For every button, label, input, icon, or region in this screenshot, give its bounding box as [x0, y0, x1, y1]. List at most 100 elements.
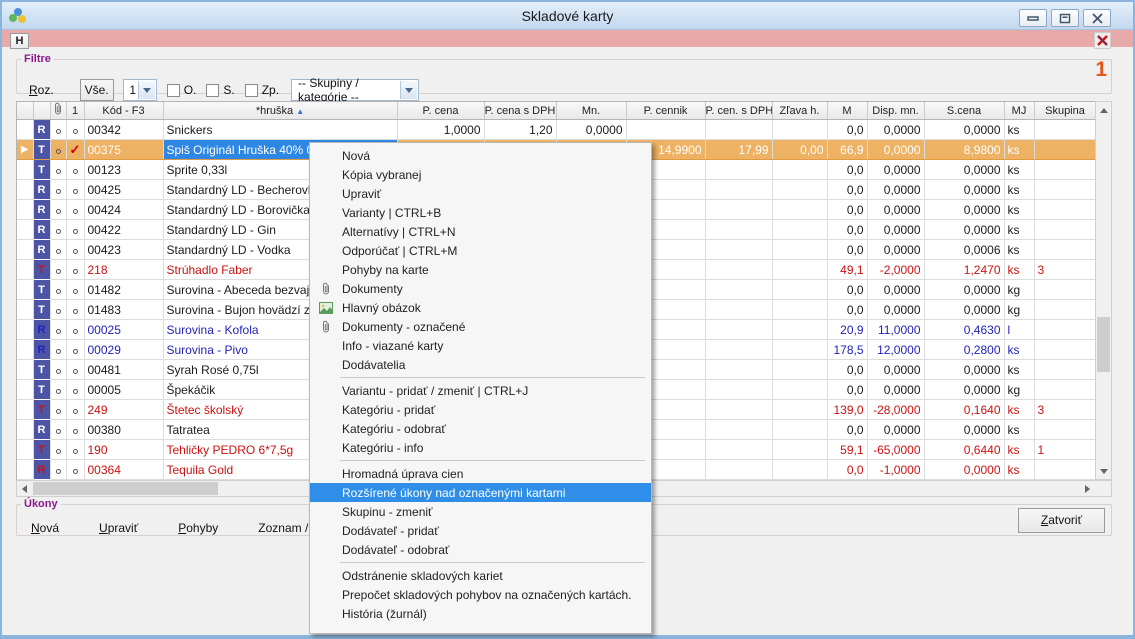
menu-item[interactable]: Skupinu - zmeniť	[310, 502, 651, 521]
cell-skupina[interactable]: 1	[1034, 440, 1096, 460]
menu-item[interactable]: Kópia vybranej	[310, 165, 651, 184]
cell-zlava[interactable]	[772, 220, 827, 240]
menu-item[interactable]: Info - viazané karty	[310, 336, 651, 355]
column-header-name[interactable]: *hruška ▲	[163, 102, 397, 120]
cell-zlava[interactable]	[772, 420, 827, 440]
cell-skupina[interactable]	[1034, 240, 1096, 260]
cell-code[interactable]: 00029	[84, 340, 163, 360]
cell-p_cen_dph[interactable]	[705, 180, 772, 200]
cell-p_cen_dph[interactable]	[705, 420, 772, 440]
cell-disp[interactable]: 0,0000	[867, 300, 924, 320]
cell-s_cena[interactable]: 0,0000	[924, 360, 1004, 380]
column-header-p_cen_dph[interactable]: P. cen. s DPH	[705, 102, 772, 120]
row-mark-cell[interactable]	[66, 380, 84, 400]
cell-p_cennik[interactable]	[626, 120, 705, 140]
cell-s_cena[interactable]: 0,0000	[924, 200, 1004, 220]
cell-code[interactable]: 00025	[84, 320, 163, 340]
menu-item[interactable]: Upraviť	[310, 184, 651, 203]
cell-mj[interactable]: ks	[1004, 260, 1034, 280]
cell-code[interactable]: 00423	[84, 240, 163, 260]
cell-p_cen_dph[interactable]	[705, 440, 772, 460]
cell-m[interactable]: 0,0	[827, 380, 867, 400]
cell-s_cena[interactable]: 0,1640	[924, 400, 1004, 420]
menu-item[interactable]: Pohyby na karte	[310, 260, 651, 279]
chevron-down-icon[interactable]	[400, 81, 417, 99]
cell-skupina[interactable]	[1034, 340, 1096, 360]
cell-mj[interactable]: ks	[1004, 140, 1034, 160]
cell-mj[interactable]: kg	[1004, 300, 1034, 320]
cell-mj[interactable]: ks	[1004, 440, 1034, 460]
cell-zlava[interactable]	[772, 280, 827, 300]
cell-disp[interactable]: -65,0000	[867, 440, 924, 460]
row-mark-cell[interactable]	[66, 280, 84, 300]
cell-disp[interactable]: 11,0000	[867, 320, 924, 340]
cell-s_cena[interactable]: 0,2800	[924, 340, 1004, 360]
cell-disp[interactable]: 0,0000	[867, 280, 924, 300]
cell-code[interactable]: 00375	[84, 140, 163, 160]
vertical-scrollbar[interactable]	[1095, 101, 1112, 480]
cell-disp[interactable]: -28,0000	[867, 400, 924, 420]
column-header-mn[interactable]: Mn.	[556, 102, 626, 120]
cell-zlava[interactable]	[772, 380, 827, 400]
cell-mj[interactable]: kg	[1004, 380, 1034, 400]
menu-item[interactable]: Dokumenty	[310, 279, 651, 298]
menu-item[interactable]: Variantu - pridať / zmeniť | CTRL+J	[310, 381, 651, 400]
checkbox-o-box[interactable]	[167, 84, 180, 97]
scroll-left-icon[interactable]	[17, 481, 32, 496]
cell-zlava[interactable]	[772, 200, 827, 220]
cell-p_cen_dph[interactable]	[705, 220, 772, 240]
cell-mj[interactable]: ks	[1004, 460, 1034, 480]
cell-m[interactable]: 59,1	[827, 440, 867, 460]
restore-button[interactable]	[1051, 9, 1079, 27]
cell-skupina[interactable]	[1034, 460, 1096, 480]
checkbox-s-box[interactable]	[206, 84, 219, 97]
cell-mj[interactable]: ks	[1004, 360, 1034, 380]
vse-button[interactable]: Vše.	[80, 79, 114, 101]
cell-disp[interactable]: 0,0000	[867, 160, 924, 180]
cell-m[interactable]: 0,0	[827, 120, 867, 140]
cell-m[interactable]: 0,0	[827, 200, 867, 220]
cell-zlava[interactable]	[772, 180, 827, 200]
column-header-mj[interactable]: MJ	[1004, 102, 1034, 120]
cell-mj[interactable]: ks	[1004, 200, 1034, 220]
cell-mj[interactable]: ks	[1004, 240, 1034, 260]
cell-zlava[interactable]	[772, 160, 827, 180]
cell-skupina[interactable]: 3	[1034, 400, 1096, 420]
scroll-down-icon[interactable]	[1096, 463, 1111, 479]
cell-skupina[interactable]	[1034, 140, 1096, 160]
cell-mj[interactable]: ks	[1004, 340, 1034, 360]
cell-m[interactable]: 0,0	[827, 280, 867, 300]
cell-skupina[interactable]	[1034, 380, 1096, 400]
cell-s_cena[interactable]: 1,2470	[924, 260, 1004, 280]
row-mark-cell[interactable]	[66, 440, 84, 460]
cell-disp[interactable]: 0,0000	[867, 380, 924, 400]
cell-skupina[interactable]	[1034, 200, 1096, 220]
column-header-p_cennik[interactable]: P. cennik	[626, 102, 705, 120]
cell-p_cen_dph[interactable]	[705, 460, 772, 480]
cell-mj[interactable]: ks	[1004, 400, 1034, 420]
row-mark-cell[interactable]	[66, 420, 84, 440]
cell-disp[interactable]: 0,0000	[867, 220, 924, 240]
cell-p_cen_dph[interactable]	[705, 380, 772, 400]
row-mark-cell[interactable]	[66, 160, 84, 180]
cell-code[interactable]: 00364	[84, 460, 163, 480]
cell-zlava[interactable]	[772, 240, 827, 260]
menu-item[interactable]: Alternatívy | CTRL+N	[310, 222, 651, 241]
row-mark-cell[interactable]	[66, 120, 84, 140]
cell-code[interactable]: 00481	[84, 360, 163, 380]
cell-zlava[interactable]	[772, 440, 827, 460]
menu-item[interactable]: Odporúčať | CTRL+M	[310, 241, 651, 260]
menu-item[interactable]: Varianty | CTRL+B	[310, 203, 651, 222]
row-mark-cell[interactable]	[66, 260, 84, 280]
cell-p_cen_dph[interactable]	[705, 400, 772, 420]
cell-skupina[interactable]	[1034, 360, 1096, 380]
cell-code[interactable]: 00342	[84, 120, 163, 140]
column-header-disp[interactable]: Disp. mn.	[867, 102, 924, 120]
menu-item[interactable]: Kategóriu - pridať	[310, 400, 651, 419]
row-mark-cell[interactable]	[66, 240, 84, 260]
number-select[interactable]: 1	[123, 79, 157, 101]
close-window-button[interactable]: Zatvoriť	[1018, 508, 1105, 533]
group-category-select[interactable]: -- Skupiny / kategórie --	[291, 79, 419, 101]
cell-p_cen_dph[interactable]	[705, 120, 772, 140]
cell-s_cena[interactable]: 0,0000	[924, 120, 1004, 140]
